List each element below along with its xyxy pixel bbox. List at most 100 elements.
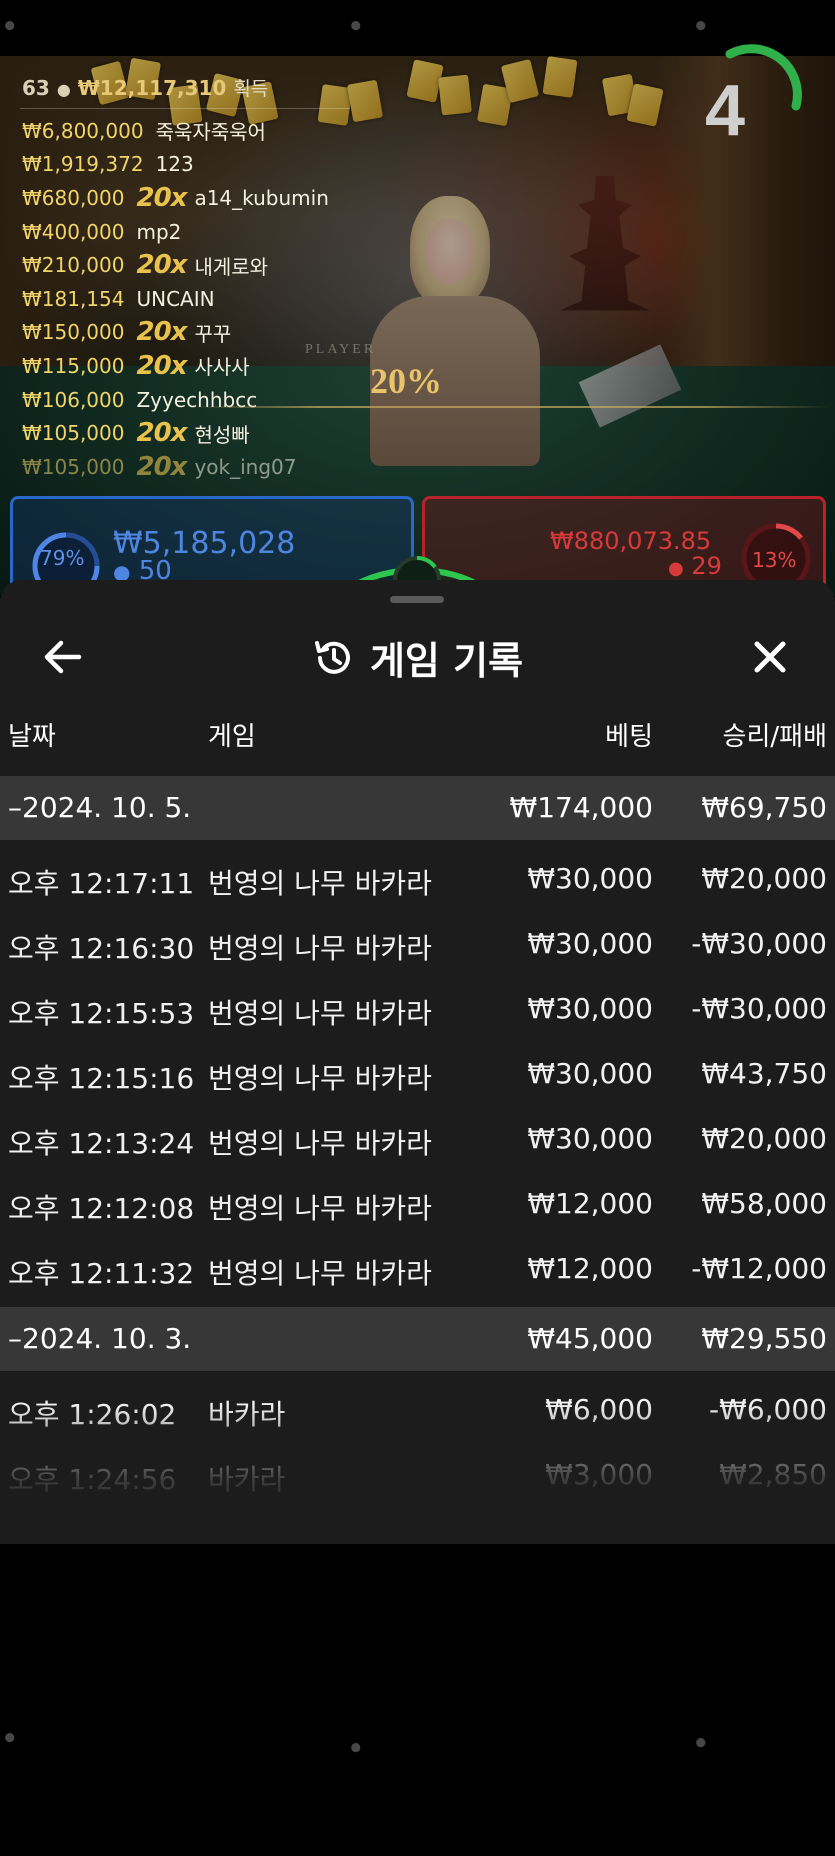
history-row[interactable]: 오후 1:26:02 바카라 ₩6,000 -₩6,000 (0, 1377, 835, 1442)
winner-row: ₩150,000 20x 꾸꾸 (22, 316, 329, 350)
winners-list: ₩6,800,000 죽욱자죽욱어 ₩1,919,372 123 ₩680,000 20x… (22, 114, 329, 484)
group-bet-total: ₩45,000 (527, 1322, 653, 1355)
winner-row: ₩105,000 20x 현성빠 (22, 416, 329, 450)
game-history-sheet: 게임 기록 날짜 게임 베팅 승리/패배 –2024. 10. 5. ₩174,0… (0, 580, 835, 1544)
winner-name: mp2 (136, 219, 182, 244)
history-table: –2024. 10. 5. ₩174,000 ₩69,750 오후 12:17:11 번… (0, 776, 835, 1513)
date-group-row[interactable]: –2024. 10. 5. ₩174,000 ₩69,750 (0, 776, 835, 840)
row-bet: ₩30,000 (527, 1057, 653, 1090)
winner-multiplier: 20x (136, 451, 187, 482)
row-time: 오후 1:24:56 (8, 1463, 177, 1496)
row-result: ₩43,750 (701, 1057, 827, 1090)
winner-amount: ₩150,000 (22, 320, 125, 345)
winner-amount: ₩106,000 (22, 387, 125, 412)
winner-amount: ₩105,000 (22, 454, 125, 479)
winner-name: 123 (155, 152, 194, 177)
row-time: 오후 12:13:24 (8, 1127, 195, 1160)
history-row[interactable]: 오후 12:16:30 번영의 나무 바카라 ₩30,000 -₩30,000 (0, 911, 835, 976)
round-stats: 63 ● ₩12,117,310 획득 (22, 74, 268, 101)
winner-amount: ₩105,000 (22, 421, 125, 446)
winner-name: 사사사 (194, 355, 250, 380)
winner-amount: ₩400,000 (22, 219, 125, 244)
row-bet: ₩12,000 (527, 1187, 653, 1220)
date-group-row[interactable]: –2024. 10. 3. ₩45,000 ₩29,550 (0, 1307, 835, 1371)
group-bet-total: ₩174,000 (509, 791, 653, 824)
row-time: 오후 12:12:08 (8, 1192, 195, 1225)
row-bet: ₩30,000 (527, 1122, 653, 1155)
sheet-header: 게임 기록 (0, 618, 835, 694)
history-row[interactable]: 오후 12:15:16 번영의 나무 바카라 ₩30,000 ₩43,750 (0, 1041, 835, 1106)
player-percent: 79% (40, 546, 85, 570)
row-result: ₩20,000 (701, 1122, 827, 1155)
row-bet: ₩30,000 (527, 927, 653, 960)
winner-amount: ₩680,000 (22, 185, 125, 210)
row-result: ₩20,000 (701, 862, 827, 895)
group-date: –2024. 10. 3. (8, 1322, 192, 1355)
table-player-label: PLAYER (305, 342, 377, 357)
banker-bet-total: ₩880,073.85 (550, 527, 712, 555)
winner-name: 현성빠 (194, 422, 250, 447)
winner-amount: ₩181,154 (22, 286, 125, 311)
row-game: 번영의 나무 바카라 (208, 997, 432, 1030)
row-time: 오후 12:11:32 (8, 1257, 195, 1290)
winner-name: 죽욱자죽욱어 (155, 120, 266, 145)
user-icon: ● (668, 558, 684, 579)
history-row[interactable]: 오후 12:11:32 번영의 나무 바카라 ₩12,000 -₩12,000 (0, 1236, 835, 1301)
row-game: 번영의 나무 바카라 (208, 1127, 432, 1160)
history-row[interactable]: 오후 12:13:24 번영의 나무 바카라 ₩30,000 ₩20,000 (0, 1106, 835, 1171)
winner-row: ₩680,000 20x a14_kubumin (22, 181, 329, 215)
winner-row: ₩105,000 20x yok_ing07 (22, 450, 329, 484)
column-header-date: 날짜 (8, 722, 56, 752)
row-time: 오후 12:15:53 (8, 997, 195, 1030)
winner-name: yok_ing07 (194, 454, 297, 479)
player-count: 63 (22, 76, 50, 100)
banker-percent: 13% (752, 548, 797, 572)
row-game: 번영의 나무 바카라 (208, 867, 432, 900)
winner-amount: ₩1,919,372 (22, 152, 144, 177)
row-bet: ₩12,000 (527, 1252, 653, 1285)
winner-multiplier: 20x (136, 350, 187, 381)
row-time: 오후 12:15:16 (8, 1062, 195, 1095)
winner-row: ₩6,800,000 죽욱자죽욱어 (22, 114, 329, 148)
countdown-timer: 4 (704, 71, 746, 151)
column-header-result: 승리/패배 (722, 722, 827, 752)
sheet-handle[interactable] (390, 596, 444, 603)
row-time: 오후 1:26:02 (8, 1398, 177, 1431)
row-time: 오후 12:16:30 (8, 932, 195, 965)
close-button[interactable] (745, 632, 795, 682)
winner-amount: ₩210,000 (22, 253, 125, 278)
banker-bettors-count: 29 (691, 552, 722, 580)
row-game: 번영의 나무 바카라 (208, 932, 432, 965)
winner-amount: ₩115,000 (22, 353, 125, 378)
group-result-total: ₩29,550 (701, 1322, 827, 1355)
row-game: 바카라 (208, 1463, 286, 1496)
winner-multiplier: 20x (136, 317, 187, 348)
page-title: 게임 기록 (369, 639, 524, 683)
banker-bettors: ● 29 (668, 552, 722, 580)
winner-name: 꾸꾸 (194, 321, 232, 346)
row-result: -₩12,000 (691, 1252, 827, 1285)
group-date: –2024. 10. 5. (8, 791, 192, 824)
row-bet: ₩30,000 (527, 992, 653, 1025)
group-result-total: ₩69,750 (701, 791, 827, 824)
winner-row: ₩1,919,372 123 (22, 148, 329, 182)
winner-amount: ₩6,800,000 (22, 118, 144, 143)
row-result: -₩30,000 (691, 992, 827, 1025)
table-header: 날짜 게임 베팅 승리/패배 (0, 710, 835, 756)
history-clock-icon (314, 640, 350, 674)
winner-row: ₩400,000 mp2 (22, 215, 329, 249)
row-result: -₩30,000 (691, 927, 827, 960)
winner-name: UNCAIN (136, 286, 215, 311)
row-game: 번영의 나무 바카라 (208, 1257, 432, 1290)
row-bet: ₩3,000 (545, 1458, 653, 1491)
row-result: -₩6,000 (709, 1393, 827, 1426)
history-row[interactable]: 오후 12:15:53 번영의 나무 바카라 ₩30,000 -₩30,000 (0, 976, 835, 1041)
winner-multiplier: 20x (136, 250, 187, 281)
row-bet: ₩30,000 (527, 862, 653, 895)
history-row[interactable]: 오후 12:17:11 번영의 나무 바카라 ₩30,000 ₩20,000 (0, 846, 835, 911)
winner-row: ₩106,000 Zyyechhbcc (22, 383, 329, 417)
winner-row: ₩210,000 20x 내게로와 (22, 248, 329, 282)
history-row[interactable]: 오후 12:12:08 번영의 나무 바카라 ₩12,000 ₩58,000 (0, 1171, 835, 1236)
history-row[interactable]: 오후 1:24:56 바카라 ₩3,000 ₩2,850 (0, 1442, 835, 1507)
winner-row: ₩115,000 20x 사사사 (22, 349, 329, 383)
